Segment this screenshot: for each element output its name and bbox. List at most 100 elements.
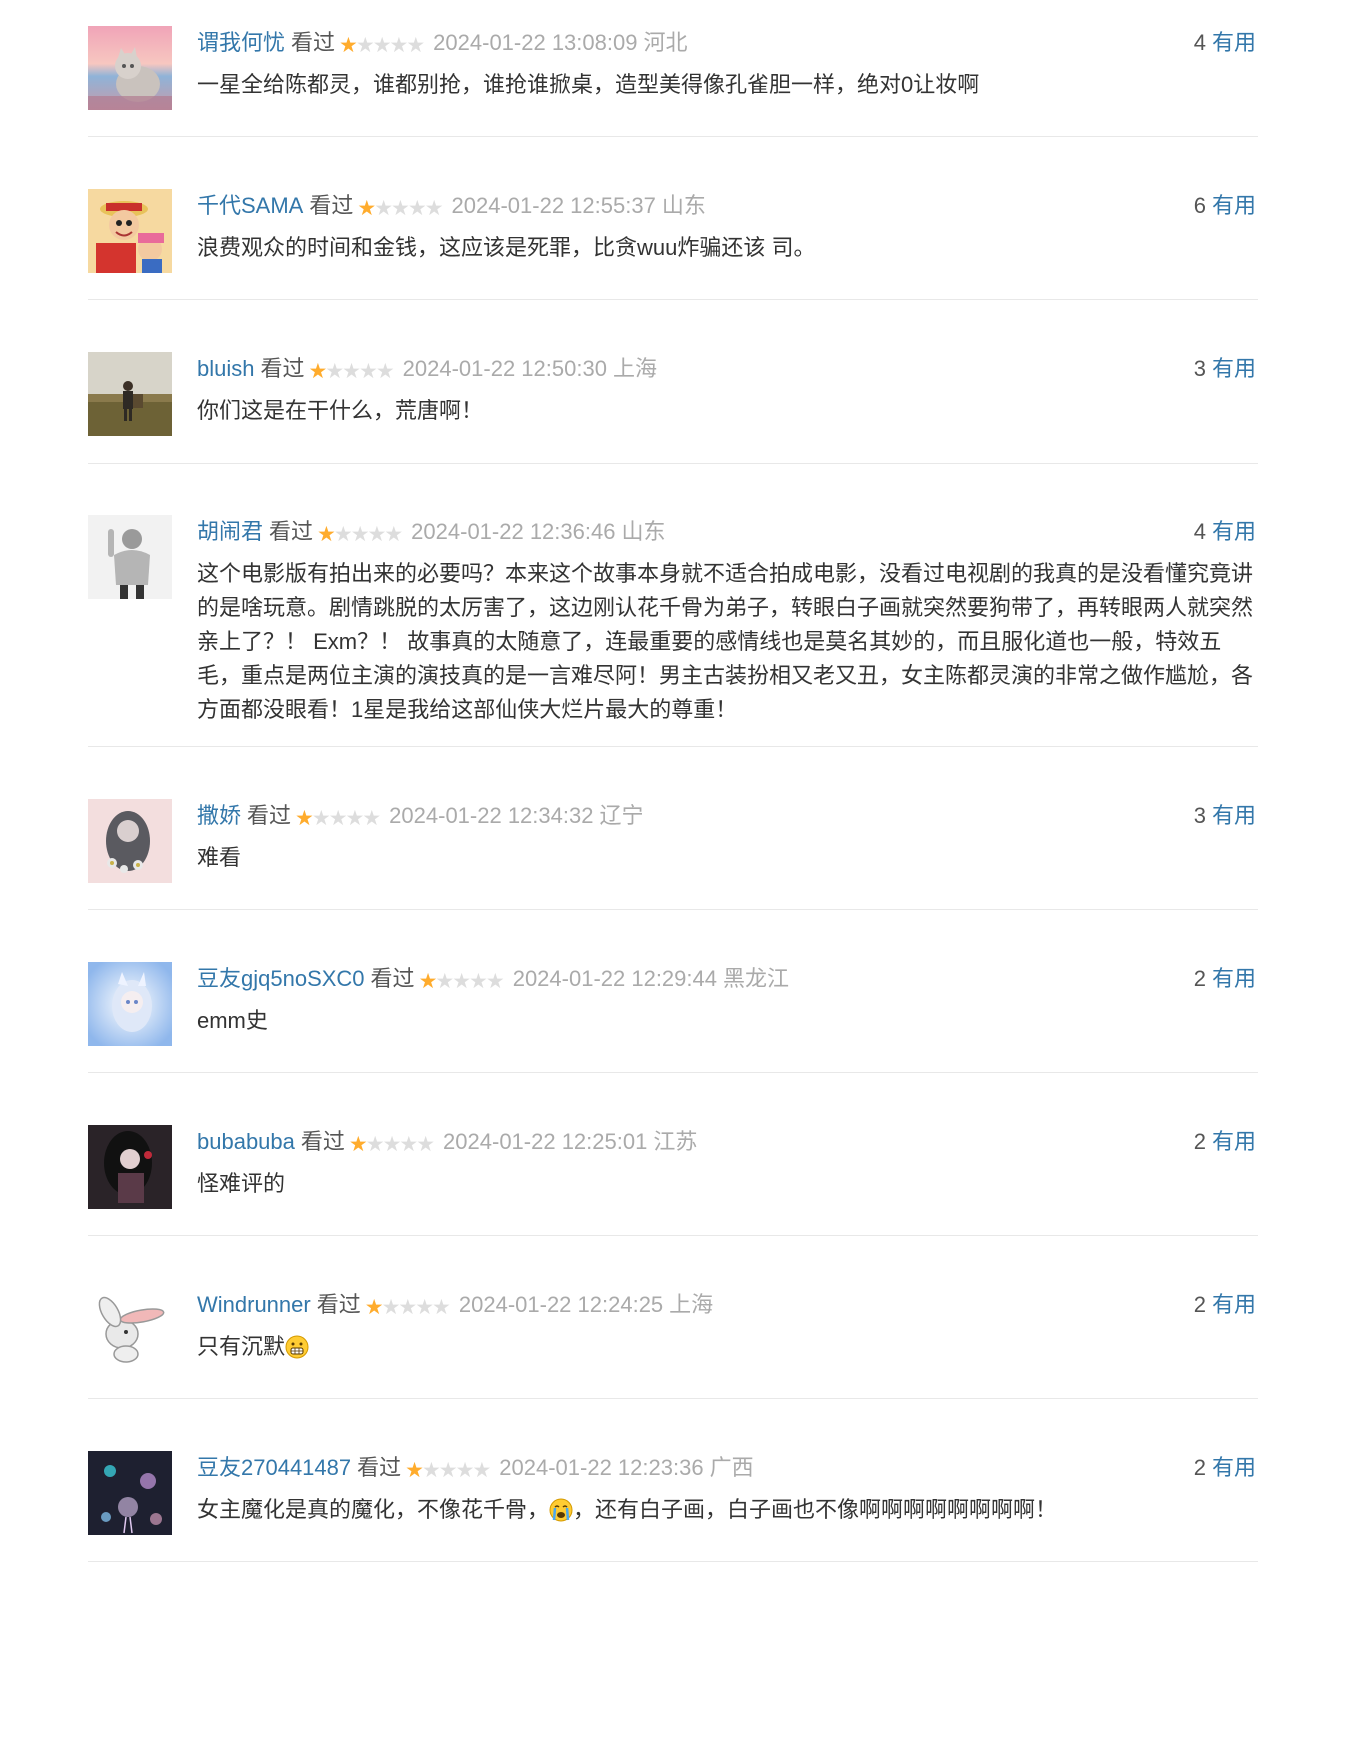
- vote-count: 4: [1193, 519, 1206, 544]
- star-filled-icon: ★: [317, 522, 336, 546]
- star-empty-icon: ★: [469, 969, 488, 993]
- vote-count: 4: [1193, 30, 1206, 55]
- vote-area: 6 有用: [1194, 189, 1256, 223]
- star-empty-icon: ★: [325, 359, 344, 383]
- comment-location: 广西: [709, 1455, 754, 1480]
- star-empty-icon: ★: [391, 196, 410, 220]
- star-empty-icon: ★: [382, 1132, 402, 1156]
- watched-status: 看过: [300, 1129, 345, 1154]
- avatar-girl-with-flowers: [88, 799, 172, 883]
- useful-button[interactable]: 有用: [1212, 966, 1256, 991]
- comment-text-part: ，还有白子画，白子画也不像啊啊啊啊啊啊啊啊！: [573, 1497, 1058, 1522]
- avatar-dark-haired-girl: [88, 1125, 172, 1209]
- star-empty-icon: ★: [375, 359, 395, 383]
- user-name-link[interactable]: bluish: [197, 356, 254, 381]
- comment-location: 山东: [621, 519, 666, 544]
- watched-status: 看过: [316, 1292, 361, 1317]
- star-empty-icon: ★: [333, 522, 353, 546]
- rating-stars: ★★★★★: [339, 28, 425, 62]
- useful-button[interactable]: 有用: [1212, 193, 1256, 218]
- user-name-link[interactable]: 谓我何忧: [197, 30, 285, 55]
- avatar-hoodie-person-gray: [88, 515, 172, 599]
- comment-location: 上海: [612, 356, 657, 381]
- star-empty-icon: ★: [415, 1295, 434, 1319]
- comment-info: 撒娇 看过 ★★★★★ 2024-01-22 12:34:32 辽宁: [197, 799, 643, 833]
- comment-text: 难看: [197, 845, 242, 870]
- comment-location: 辽宁: [599, 803, 644, 828]
- user-avatar[interactable]: [88, 799, 172, 883]
- star-empty-icon: ★: [311, 806, 331, 830]
- star-empty-icon: ★: [424, 196, 444, 220]
- grimace-emoji: [285, 1335, 309, 1359]
- useful-button[interactable]: 有用: [1212, 519, 1256, 544]
- avatar-cat-on-pink-sky: [88, 26, 172, 110]
- user-avatar[interactable]: [88, 1288, 172, 1372]
- useful-button[interactable]: 有用: [1212, 1292, 1256, 1317]
- star-empty-icon: ★: [421, 1458, 441, 1482]
- star-empty-icon: ★: [372, 33, 392, 57]
- watched-status: 看过: [247, 803, 292, 828]
- user-avatar[interactable]: [88, 962, 172, 1046]
- comment-info: Windrunner 看过 ★★★★★ 2024-01-22 12:24:25 上海: [197, 1288, 713, 1322]
- avatar-jellyfish-night: [88, 1451, 172, 1535]
- user-name-link[interactable]: 千代SAMA: [197, 193, 303, 218]
- divider: [88, 1561, 1258, 1562]
- user-avatar[interactable]: [88, 352, 172, 436]
- comment-time: 2024-01-22 12:50:30: [402, 356, 607, 381]
- user-name-link[interactable]: 豆友gjq5noSXC0: [197, 966, 365, 991]
- useful-button[interactable]: 有用: [1212, 1455, 1256, 1480]
- comment-text: 怪难评的: [197, 1171, 286, 1196]
- comment-info: 千代SAMA 看过 ★★★★★ 2024-01-22 12:55:37 山东: [197, 189, 706, 223]
- comment-time: 2024-01-22 12:24:25: [458, 1292, 664, 1317]
- star-filled-icon: ★: [405, 1458, 424, 1482]
- comment-time: 2024-01-22 12:25:01: [443, 1129, 648, 1154]
- avatar-cartoon-bunny: [88, 1288, 172, 1372]
- star-empty-icon: ★: [362, 806, 381, 830]
- star-empty-icon: ★: [472, 1458, 491, 1482]
- vote-count: 2: [1193, 966, 1206, 991]
- vote-area: 4 有用: [1194, 515, 1256, 549]
- useful-button[interactable]: 有用: [1212, 356, 1256, 381]
- star-empty-icon: ★: [485, 969, 505, 993]
- comment-time: 2024-01-22 12:36:46: [411, 519, 616, 544]
- useful-button[interactable]: 有用: [1212, 1129, 1256, 1154]
- comment-info: 胡闹君 看过 ★★★★★ 2024-01-22 12:36:46 山东: [197, 515, 665, 549]
- comment-text-block: 女主魔化是真的魔化，不像花千骨， ，还有白子画，白子画也不像啊啊啊啊啊啊啊啊！: [197, 1493, 1257, 1527]
- user-avatar[interactable]: [88, 515, 172, 599]
- star-empty-icon: ★: [328, 806, 348, 830]
- user-avatar[interactable]: [88, 26, 172, 110]
- comment-info: bluish 看过 ★★★★★ 2024-01-22 12:50:30 上海: [197, 352, 657, 386]
- watched-status: 看过: [260, 356, 305, 381]
- star-empty-icon: ★: [389, 33, 409, 57]
- divider: [88, 1235, 1258, 1236]
- star-filled-icon: ★: [308, 359, 328, 383]
- vote-count: 2: [1193, 1455, 1206, 1480]
- user-avatar[interactable]: [88, 1451, 172, 1535]
- star-filled-icon: ★: [295, 806, 314, 830]
- star-empty-icon: ★: [406, 33, 425, 57]
- comment-location: 上海: [669, 1292, 714, 1317]
- user-avatar[interactable]: [88, 189, 172, 273]
- star-empty-icon: ★: [350, 522, 370, 546]
- useful-button[interactable]: 有用: [1212, 30, 1256, 55]
- user-name-link[interactable]: 豆友270441487: [197, 1455, 351, 1480]
- comment-time: 2024-01-22 12:34:32: [389, 803, 594, 828]
- user-name-link[interactable]: bubabuba: [197, 1129, 295, 1154]
- vote-count: 2: [1193, 1292, 1206, 1317]
- vote-area: 2 有用: [1194, 1125, 1256, 1159]
- vote-count: 6: [1193, 193, 1206, 218]
- star-empty-icon: ★: [435, 969, 454, 993]
- user-avatar[interactable]: [88, 1125, 172, 1209]
- rating-stars: ★★★★★: [317, 517, 403, 551]
- vote-count: 3: [1193, 803, 1206, 828]
- user-name-link[interactable]: 撒娇: [197, 803, 241, 828]
- vote-area: 3 有用: [1194, 352, 1256, 386]
- rating-stars: ★★★★★: [365, 1290, 451, 1324]
- user-name-link[interactable]: 胡闹君: [197, 519, 263, 544]
- useful-button[interactable]: 有用: [1212, 803, 1256, 828]
- comment-text-block: 只有沉默: [197, 1330, 1257, 1364]
- user-name-link[interactable]: Windrunner: [197, 1292, 311, 1317]
- star-filled-icon: ★: [348, 1132, 368, 1156]
- vote-area: 4 有用: [1194, 26, 1256, 60]
- vote-area: 2 有用: [1194, 1288, 1256, 1322]
